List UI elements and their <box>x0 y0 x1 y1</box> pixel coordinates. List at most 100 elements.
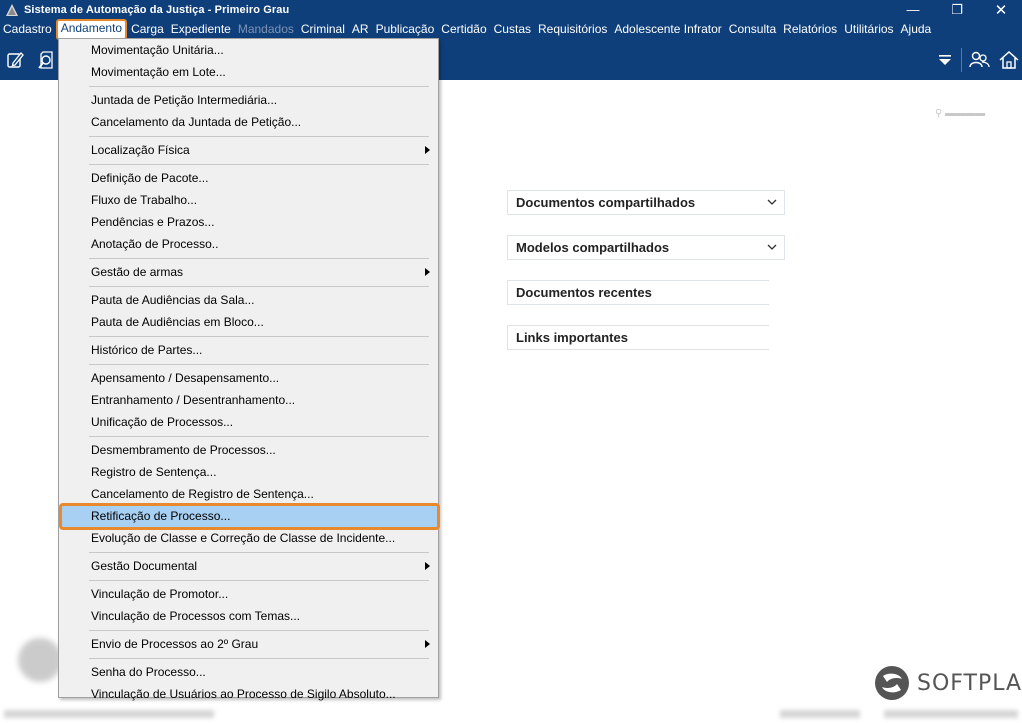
softplan-logo: SOFTPLAN <box>873 664 1022 702</box>
menu-item-label: Envio de Processos ao 2º Grau <box>91 637 259 651</box>
menu-separator <box>89 335 429 337</box>
menu-andamento[interactable]: Andamento <box>55 19 128 40</box>
menu-item-movimentacao-unitaria[interactable]: Movimentação Unitária... <box>61 39 436 61</box>
avatar <box>18 638 62 682</box>
menu-item-vinculacao-de-usuarios-ao-processo-de-sigilo-absoluto[interactable]: Vinculação de Usuários ao Processo de Si… <box>61 683 436 705</box>
menu-separator <box>89 257 429 259</box>
menu-relatorios[interactable]: Relatórios <box>780 20 840 39</box>
softplan-logo-text: SOFTPLAN <box>917 670 1022 696</box>
menu-separator <box>89 163 429 165</box>
menu-item-juntada-de-peticao-intermediaria[interactable]: Juntada de Petição Intermediária... <box>61 89 436 111</box>
menu-ajuda[interactable]: Ajuda <box>898 20 935 39</box>
menu-cadastro[interactable]: Cadastro <box>0 20 55 39</box>
menu-item-cancelamento-da-juntada-de-peticao[interactable]: Cancelamento da Juntada de Petição... <box>61 111 436 133</box>
menu-item-pendencias-e-prazos[interactable]: Pendências e Prazos... <box>61 211 436 233</box>
menu-item-apensamento-desapensamento[interactable]: Apensamento / Desapensamento... <box>61 367 436 389</box>
menu-publicacao[interactable]: Publicação <box>373 20 438 39</box>
menu-requisitorios[interactable]: Requisitórios <box>535 20 610 39</box>
menu-item-cancelamento-de-registro-de-sentenca[interactable]: Cancelamento de Registro de Sentença... <box>61 483 436 505</box>
menu-item-desmembramento-de-processos[interactable]: Desmembramento de Processos... <box>61 439 436 461</box>
menu-item-historico-de-partes[interactable]: Histórico de Partes... <box>61 339 436 361</box>
menu-item-senha-do-processo[interactable]: Senha do Processo... <box>61 661 436 683</box>
user-label-blurred: ⚲ ▬▬▬▬ <box>935 108 986 119</box>
close-button[interactable]: ✕ <box>978 0 1022 19</box>
menu-item-label: Anotação de Processo.. <box>91 237 219 251</box>
menu-item-anotacao-de-processo[interactable]: Anotação de Processo.. <box>61 233 436 255</box>
maximize-button[interactable]: ❐ <box>934 0 980 19</box>
menu-item-evolucao-de-classe-e-correcao-de-classe-de-incidente[interactable]: Evolução de Classe e Correção de Classe … <box>61 527 436 549</box>
submenu-arrow-icon <box>425 268 430 276</box>
menu-certidao[interactable]: Certidão <box>438 20 489 39</box>
menu-expediente[interactable]: Expediente <box>168 20 234 39</box>
menu-consulta[interactable]: Consulta <box>726 20 779 39</box>
menu-item-unificacao-de-processos[interactable]: Unificação de Processos... <box>61 411 436 433</box>
menu-item-gestao-de-armas[interactable]: Gestão de armas <box>61 261 436 283</box>
chevron-down-icon[interactable] <box>766 196 778 208</box>
menu-item-registro-de-sentenca[interactable]: Registro de Sentença... <box>61 461 436 483</box>
menu-item-pauta-de-audiencias-em-bloco[interactable]: Pauta de Audiências em Bloco... <box>61 311 436 333</box>
menu-item-label: Retificação de Processo... <box>91 508 231 523</box>
status-version-blurred <box>780 710 860 718</box>
andamento-dropdown-menu: Movimentação Unitária... Movimentação em … <box>58 38 440 701</box>
menu-ar[interactable]: AR <box>349 20 372 39</box>
menu-adolescente-infrator[interactable]: Adolescente Infrator <box>611 20 724 39</box>
menu-item-label: Definição de Pacote... <box>91 171 209 185</box>
menu-separator <box>89 363 429 365</box>
menu-item-label: Histórico de Partes... <box>91 343 203 357</box>
menu-separator <box>89 285 429 287</box>
title-bar: Sistema de Automação da Justiça - Primei… <box>0 0 1022 19</box>
menu-item-label: Juntada de Petição Intermediária... <box>91 93 278 107</box>
edit-icon[interactable] <box>4 49 26 71</box>
panel-documentos-recentes[interactable]: Documentos recentes <box>507 280 769 305</box>
menu-item-pauta-de-audiencias-da-sala[interactable]: Pauta de Audiências da Sala... <box>61 289 436 311</box>
menu-item-label: Fluxo de Trabalho... <box>91 193 198 207</box>
menu-item-gestao-documental[interactable]: Gestão Documental <box>61 555 436 577</box>
menu-separator <box>89 551 429 553</box>
panel-title: Links importantes <box>516 330 628 345</box>
home-icon[interactable] <box>998 49 1020 71</box>
menu-item-movimentacao-em-lote[interactable]: Movimentação em Lote... <box>61 61 436 83</box>
panel-links-importantes[interactable]: Links importantes <box>507 325 769 350</box>
submenu-arrow-icon <box>425 640 430 648</box>
menu-item-label: Desmembramento de Processos... <box>91 443 276 457</box>
menu-item-entranhamento-desentranhamento[interactable]: Entranhamento / Desentranhamento... <box>61 389 436 411</box>
menu-item-definicao-de-pacote[interactable]: Definição de Pacote... <box>61 167 436 189</box>
menu-item-label: Apensamento / Desapensamento... <box>91 371 280 385</box>
menu-criminal[interactable]: Criminal <box>298 20 348 39</box>
menu-item-localizacao-fisica[interactable]: Localização Física <box>61 139 436 161</box>
menu-item-label: Gestão de armas <box>91 265 184 279</box>
menu-separator <box>89 85 429 87</box>
panel-title: Documentos compartilhados <box>516 195 696 210</box>
menu-item-label: Vinculação de Promotor... <box>91 587 229 601</box>
status-text-blurred <box>4 710 214 718</box>
menu-item-label: Pauta de Audiências da Sala... <box>91 293 255 307</box>
menu-item-label: Unificação de Processos... <box>91 415 234 429</box>
menu-custas[interactable]: Custas <box>491 20 534 39</box>
softplan-logo-icon <box>875 666 909 700</box>
status-date-blurred <box>884 710 1018 718</box>
menu-item-label: Vinculação de Usuários ao Processo de Si… <box>91 687 396 701</box>
menu-item-vinculacao-de-processos-com-temas[interactable]: Vinculação de Processos com Temas... <box>61 605 436 627</box>
submenu-arrow-icon <box>425 146 430 154</box>
menu-bar: Cadastro Andamento Carga Expediente Mandados… <box>0 19 1022 40</box>
search-document-icon[interactable] <box>36 49 58 71</box>
menu-mandados: Mandados <box>237 22 294 36</box>
minimize-button[interactable]: — <box>890 0 936 19</box>
menu-item-label: Movimentação em Lote... <box>91 65 226 79</box>
toolbar-separator <box>961 48 962 72</box>
chevron-down-icon[interactable] <box>766 241 778 253</box>
menu-item-vinculacao-de-promotor[interactable]: Vinculação de Promotor... <box>61 583 436 605</box>
dropdown-arrow-icon[interactable] <box>934 49 956 71</box>
menu-separator <box>89 657 429 659</box>
menu-separator <box>89 629 429 631</box>
menu-item-retificacao-de-processo[interactable]: Retificação de Processo... <box>59 502 440 530</box>
menu-item-envio-de-processos-ao-2-grau[interactable]: Envio de Processos ao 2º Grau <box>61 633 436 655</box>
menu-item-fluxo-de-trabalho[interactable]: Fluxo de Trabalho... <box>61 189 436 211</box>
menu-carga[interactable]: Carga <box>128 20 167 39</box>
users-icon[interactable] <box>968 49 990 71</box>
panel-documentos-compartilhados[interactable]: Documentos compartilhados <box>507 190 785 215</box>
panel-modelos-compartilhados[interactable]: Modelos compartilhados <box>507 235 785 260</box>
menu-utilitarios[interactable]: Utilitários <box>841 20 896 39</box>
menu-item-label: Senha do Processo... <box>91 665 206 679</box>
menu-item-label: Movimentação Unitária... <box>91 43 224 57</box>
